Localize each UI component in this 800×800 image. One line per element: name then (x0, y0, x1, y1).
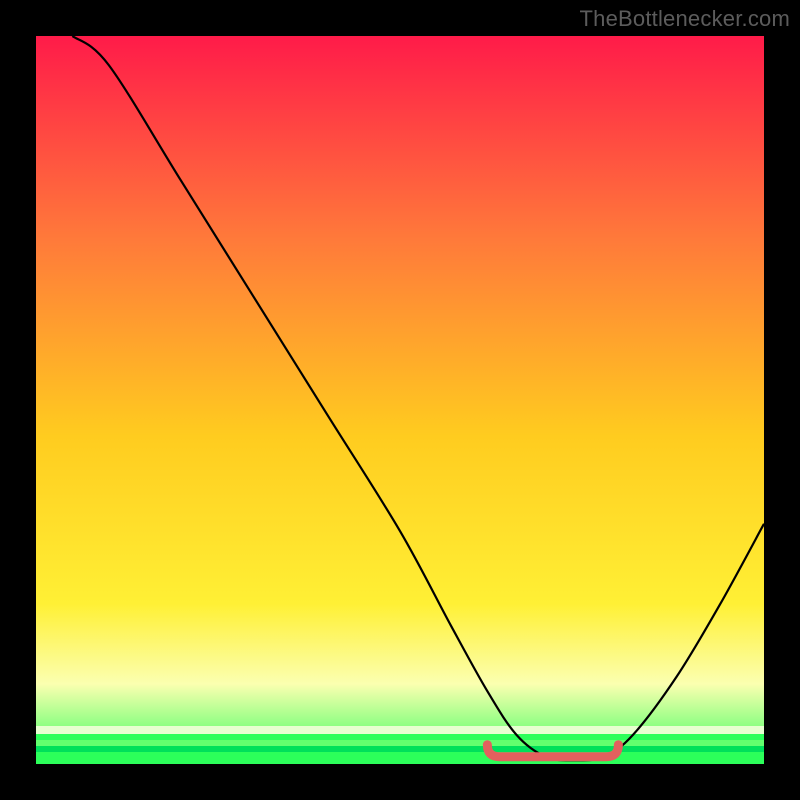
watermark-text: TheBottlenecker.com (580, 6, 790, 32)
bottleneck-curve (72, 36, 764, 760)
chart-frame: TheBottlenecker.com (0, 0, 800, 800)
plot-area (36, 36, 764, 764)
optimal-region-marker (487, 745, 618, 757)
curve-layer (36, 36, 764, 764)
